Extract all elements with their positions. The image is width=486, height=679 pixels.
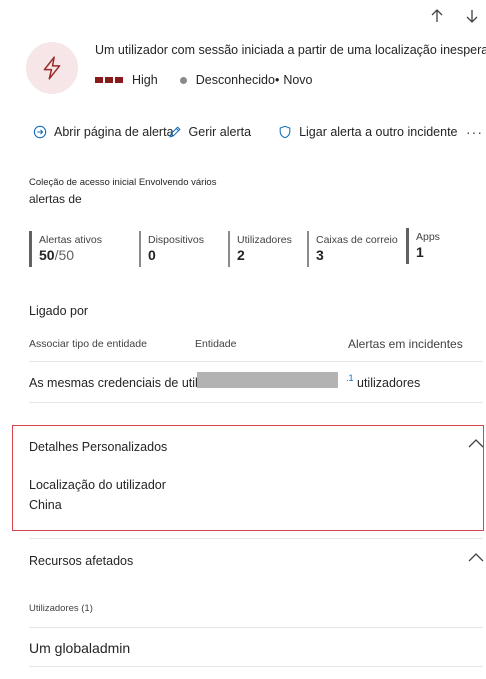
stat-label: Apps — [416, 231, 440, 243]
stat-mailboxes: Caixas de correio 3 — [307, 231, 398, 267]
previous-alert-button[interactable] — [427, 6, 447, 26]
column-header-entity-type: Associar tipo de entidade — [29, 338, 147, 350]
linked-row-link[interactable]: .1 — [346, 373, 354, 383]
divider — [29, 666, 483, 667]
arrow-down-icon — [466, 10, 478, 23]
stat-label: Caixas de correio — [316, 234, 398, 246]
classification-label: Novo — [283, 73, 313, 87]
collapse-custom-details-button[interactable] — [468, 438, 484, 448]
stat-label: Dispositivos — [148, 234, 205, 246]
action-toolbar: Abrir página de alerta Gerir alerta Liga… — [33, 125, 458, 139]
user-location-label: Localização do utilizador — [29, 478, 166, 492]
stat-users: Utilizadores 2 — [228, 231, 292, 267]
stat-devices: Dispositivos 0 — [139, 231, 204, 267]
link-alert-button[interactable]: Ligar alerta a outro incidente — [278, 125, 458, 139]
divider — [29, 538, 483, 539]
next-alert-button[interactable] — [462, 6, 482, 26]
collection-description: Coleção de acesso inicial Envolvendo vár… — [29, 177, 217, 188]
lightning-bolt-icon — [43, 56, 61, 80]
collection-description-cont: alertas de — [29, 192, 82, 206]
link-alert-label: Ligar alerta a outro incidente — [299, 125, 458, 139]
alert-title: Um utilizador com sessão iniciada a part… — [95, 43, 486, 57]
stat-value: 50 — [39, 247, 55, 263]
affected-user-link[interactable]: Um globaladmin — [29, 640, 130, 656]
open-alert-page-button[interactable]: Abrir página de alerta — [33, 125, 174, 139]
pencil-icon — [168, 126, 181, 138]
divider — [29, 627, 483, 628]
manage-alert-button[interactable]: Gerir alerta — [168, 125, 252, 139]
manage-alert-label: Gerir alerta — [188, 125, 252, 139]
stat-total: /50 — [54, 247, 75, 263]
status-label: Desconhecido — [195, 73, 275, 87]
severity-status-row: High Desconhecido • Novo — [95, 73, 313, 87]
status-dot-icon — [179, 76, 187, 84]
linked-by-title: Ligado por — [29, 304, 89, 318]
divider — [29, 361, 483, 362]
users-count-label: Utilizadores (1) — [29, 603, 93, 614]
stat-label: Utilizadores — [237, 234, 292, 246]
stat-value: 2 — [237, 247, 245, 263]
divider — [29, 402, 483, 403]
custom-details-title: Detalhes Personalizados — [29, 440, 168, 454]
stat-active-alerts: Alertas ativos 50/50 — [29, 231, 102, 267]
severity-bars-icon — [95, 77, 123, 83]
affected-resources-title: Recursos afetados — [29, 554, 134, 568]
status-separator: • — [274, 73, 280, 87]
stat-apps: Apps 1 — [406, 228, 440, 264]
stat-value: 0 — [148, 247, 156, 263]
stat-value: 1 — [416, 244, 424, 260]
chevron-up-icon — [468, 553, 484, 562]
chevron-up-icon — [468, 439, 484, 448]
column-header-alerts: Alertas em incidentes — [348, 337, 463, 351]
user-location-value: China — [29, 498, 62, 512]
collapse-affected-resources-button[interactable] — [468, 552, 484, 562]
alert-icon-badge — [26, 42, 78, 94]
arrow-circle-right-icon — [33, 125, 47, 139]
shield-icon — [279, 125, 291, 139]
stat-label: Alertas ativos — [39, 234, 103, 246]
arrow-up-icon — [431, 9, 443, 22]
linked-row-count: utilizadores — [357, 376, 421, 390]
stat-value: 3 — [316, 247, 324, 263]
open-alert-page-label: Abrir página de alerta — [54, 125, 174, 139]
redacted-entity — [197, 372, 338, 388]
severity-label: High — [132, 73, 158, 87]
column-header-entity: Entidade — [195, 338, 237, 350]
more-options-button[interactable]: ··· — [466, 124, 483, 140]
